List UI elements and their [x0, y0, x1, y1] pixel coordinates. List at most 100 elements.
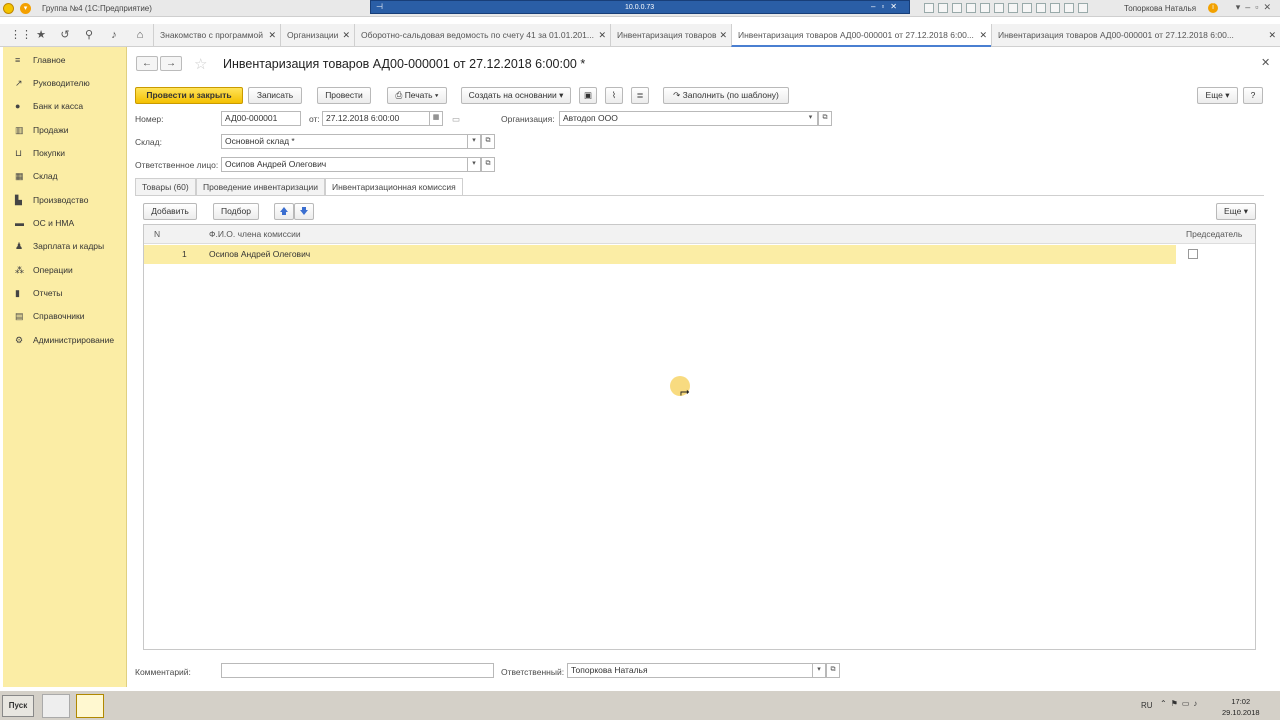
warehouse-field[interactable]: Основной склад *: [221, 134, 469, 149]
window-controls[interactable]: ▾–▫✕: [1236, 2, 1276, 13]
sidebar-item-sales[interactable]: ▥ Продажи: [3, 120, 127, 140]
tab-intro[interactable]: Знакомство с программой ✕: [153, 24, 280, 47]
comment-field[interactable]: [221, 663, 494, 678]
history-icon[interactable]: ↺: [58, 28, 72, 42]
language-indicator[interactable]: RU: [1141, 701, 1153, 710]
tab-inventory-conduct[interactable]: Проведение инвентаризации: [196, 178, 326, 196]
pin-icon[interactable]: ⊣: [376, 2, 383, 11]
sidebar-item-warehouse[interactable]: ▦ Склад: [3, 166, 127, 186]
more-button[interactable]: Еще ▾: [1197, 87, 1238, 104]
tool-icon[interactable]: [1078, 3, 1088, 13]
clock[interactable]: 17:02 29.10.2018: [1222, 696, 1260, 718]
sidebar-item-operations[interactable]: ⁂ Операции: [3, 260, 127, 280]
tool-icon[interactable]: [1022, 3, 1032, 13]
responsible-field[interactable]: Топоркова Наталья: [567, 663, 813, 678]
tab-inventory-doc[interactable]: Инвентаризация товаров АД00-000001 от 27…: [991, 24, 1280, 47]
date-field[interactable]: 27.12.2018 6:00:00: [322, 111, 430, 126]
dropdown-icon[interactable]: ▾: [812, 663, 826, 678]
post-and-close-button[interactable]: Провести и закрыть: [135, 87, 243, 104]
add-button[interactable]: Добавить: [143, 203, 197, 220]
sidebar-item-production[interactable]: ▙ Производство: [3, 190, 127, 210]
1c-app-icon[interactable]: [76, 694, 104, 718]
attach-icon[interactable]: ⌇: [605, 87, 623, 104]
help-button[interactable]: ?: [1243, 87, 1263, 104]
close-icon[interactable]: ✕: [979, 24, 987, 45]
save-button[interactable]: Записать: [248, 87, 302, 104]
create-based-button[interactable]: Создать на основании ▾: [461, 87, 571, 104]
close-icon[interactable]: ✕: [1261, 56, 1270, 69]
calendar-icon[interactable]: ▦: [429, 111, 443, 126]
table-more-button[interactable]: Еще ▾: [1216, 203, 1256, 220]
structure-icon[interactable]: ▣: [579, 87, 597, 104]
pick-button[interactable]: Подбор: [213, 203, 259, 220]
apps-grid-icon[interactable]: ⋮⋮: [10, 28, 32, 42]
sidebar-item-catalogs[interactable]: ▤ Справочники: [3, 306, 127, 326]
file-manager-icon[interactable]: [42, 694, 70, 718]
table-row[interactable]: 1 Осипов Андрей Олегович: [144, 245, 1255, 264]
sidebar-item-purchases[interactable]: ⊔ Покупки: [3, 143, 127, 163]
close-icon[interactable]: ✕: [1268, 24, 1276, 47]
forward-button[interactable]: →: [160, 56, 182, 71]
tool-icon[interactable]: [1008, 3, 1018, 13]
close-icon[interactable]: ✕: [598, 24, 606, 47]
dropdown-icon[interactable]: ▾: [804, 111, 818, 126]
list-icon[interactable]: ≣: [631, 87, 649, 104]
sidebar-item-admin[interactable]: ⚙ Администрирование: [3, 330, 127, 350]
open-icon[interactable]: ⧉: [481, 157, 495, 172]
open-icon[interactable]: ⧉: [481, 134, 495, 149]
close-icon[interactable]: ✕: [268, 24, 276, 47]
open-icon[interactable]: ⧉: [826, 663, 840, 678]
current-user[interactable]: Топоркова Наталья: [1124, 4, 1196, 13]
bell-icon[interactable]: ♪: [107, 28, 121, 42]
search-icon[interactable]: ⚲: [82, 28, 96, 42]
number-field[interactable]: АД00-000001: [221, 111, 301, 126]
tool-icon[interactable]: [938, 3, 948, 13]
tool-icon[interactable]: [994, 3, 1004, 13]
move-up-icon[interactable]: 🡅: [274, 203, 294, 220]
sidebar-item-bank[interactable]: ● Банк и касса: [3, 96, 127, 116]
sidebar-item-main[interactable]: ≡ Главное: [3, 50, 127, 70]
sidebar-item-reports[interactable]: ▮ Отчеты: [3, 283, 127, 303]
tool-icon[interactable]: [1036, 3, 1046, 13]
move-down-icon[interactable]: 🡇: [294, 203, 314, 220]
sidebar-item-manager[interactable]: ↗ Руководителю: [3, 73, 127, 93]
fill-template-button[interactable]: ↷ Заполнить (по шаблону): [663, 87, 789, 104]
tool-icon[interactable]: [924, 3, 934, 13]
tab-goods[interactable]: Товары (60): [135, 178, 196, 196]
main-menu-icon[interactable]: ▾: [20, 3, 31, 14]
sidebar-item-fixed-assets[interactable]: ▬ ОС и НМА: [3, 213, 127, 233]
tool-icon[interactable]: [952, 3, 962, 13]
member-name[interactable]: Осипов Андрей Олегович: [209, 245, 310, 264]
favorites-icon[interactable]: ★: [34, 28, 48, 42]
col-header-name[interactable]: Ф.И.О. члена комиссии: [209, 225, 301, 244]
tab-inventory-list[interactable]: Инвентаризация товаров ✕: [610, 24, 731, 47]
print-button[interactable]: ⎙ Печать ▾: [387, 87, 447, 104]
close-icon[interactable]: ✕: [342, 24, 350, 47]
close-icon[interactable]: ✕: [719, 24, 727, 47]
col-header-n[interactable]: N: [154, 225, 160, 244]
info-icon[interactable]: i: [1208, 3, 1218, 13]
open-icon[interactable]: ⧉: [818, 111, 832, 126]
tool-icon[interactable]: [980, 3, 990, 13]
home-icon[interactable]: ⌂: [133, 28, 147, 42]
tab-organizations[interactable]: Организации ✕: [280, 24, 354, 47]
start-button[interactable]: Пуск: [2, 695, 34, 717]
favorite-star-icon[interactable]: ☆: [194, 55, 207, 73]
post-button[interactable]: Провести: [317, 87, 371, 104]
dropdown-icon[interactable]: ▾: [467, 134, 481, 149]
col-header-chairman[interactable]: Председатель: [1186, 225, 1242, 244]
system-tray-icons[interactable]: ⌃⚑▭♪: [1160, 699, 1201, 708]
back-button[interactable]: ←: [136, 56, 158, 71]
chairman-checkbox[interactable]: [1188, 249, 1198, 259]
sidebar-item-salary[interactable]: ♟ Зарплата и кадры: [3, 236, 127, 256]
tool-icon[interactable]: [1050, 3, 1060, 13]
responsible-person-field[interactable]: Осипов Андрей Олегович: [221, 157, 469, 172]
dropdown-icon[interactable]: ▾: [467, 157, 481, 172]
remote-window-controls[interactable]: –▫✕: [871, 2, 903, 11]
memo-icon[interactable]: ▭: [452, 114, 460, 125]
tab-inventory-doc-active[interactable]: Инвентаризация товаров АД00-000001 от 27…: [731, 24, 991, 47]
organization-field[interactable]: Автодоп ООО: [559, 111, 809, 126]
tool-icon[interactable]: [1064, 3, 1074, 13]
tab-balance-sheet[interactable]: Оборотно-сальдовая ведомость по счету 41…: [354, 24, 610, 47]
tab-inventory-commission[interactable]: Инвентаризационная комиссия: [325, 178, 463, 196]
